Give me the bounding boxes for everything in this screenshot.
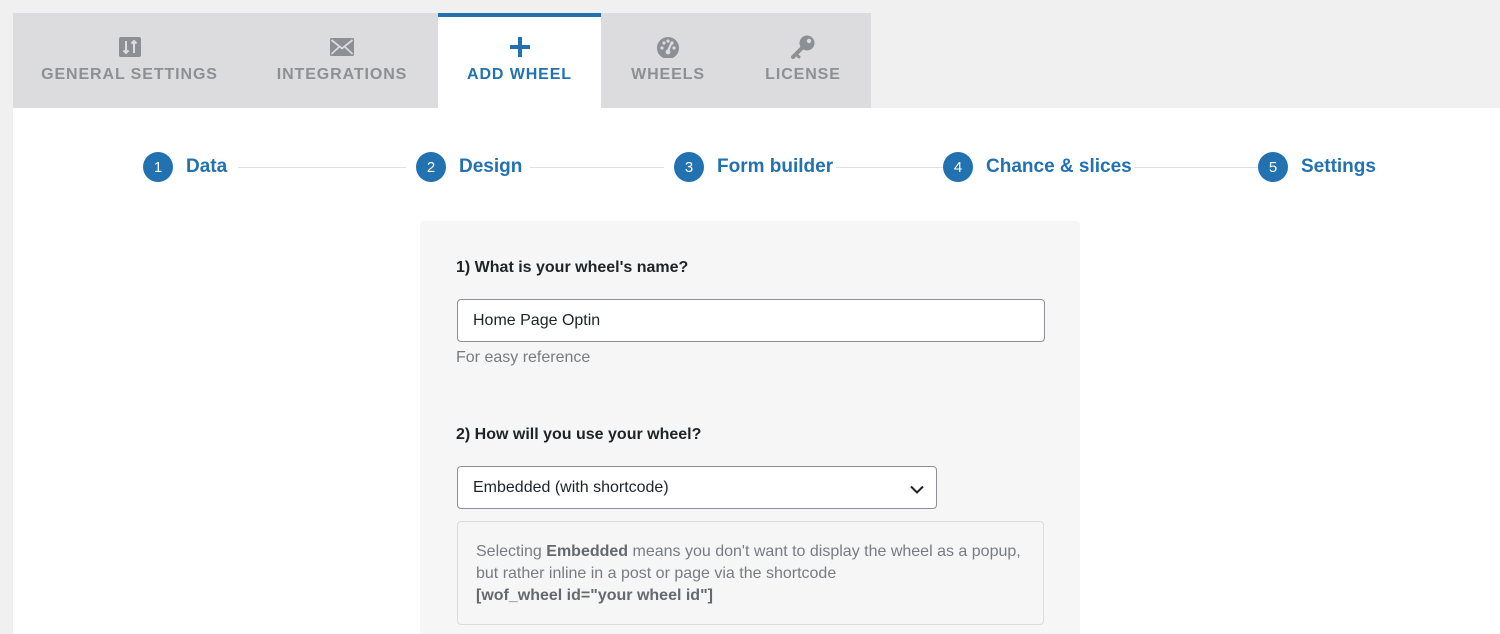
main-panel: 1 Data 2 Design 3 Form builder 4 Chance … — [13, 108, 1500, 634]
plus-icon — [509, 34, 531, 60]
step-settings[interactable]: 5 Settings — [1258, 152, 1376, 182]
step-connector — [530, 167, 664, 168]
step-form-builder[interactable]: 3 Form builder — [674, 152, 833, 182]
step-design[interactable]: 2 Design — [416, 152, 522, 182]
step-connector — [836, 167, 944, 168]
sliders-icon — [118, 34, 141, 60]
step-wizard: 1 Data 2 Design 3 Form builder 4 Chance … — [13, 108, 1500, 226]
tab-label: General Settings — [41, 66, 218, 83]
tab-license[interactable]: License — [735, 13, 871, 108]
tab-label: Integrations — [276, 66, 408, 83]
step-connector — [238, 167, 406, 168]
usage-select[interactable]: Embedded (with shortcode) — [457, 466, 937, 509]
wheel-name-input[interactable] — [457, 299, 1045, 342]
name-question: 1) What is your wheel's name? — [456, 259, 689, 276]
step-connector — [1134, 167, 1258, 168]
step-number: 3 — [674, 152, 704, 182]
tab-label: Add Wheel — [467, 66, 572, 83]
tab-bar: General Settings Integrations Add Wheel — [13, 13, 871, 108]
tab-add-wheel[interactable]: Add Wheel — [438, 13, 601, 108]
step-label: Design — [459, 156, 523, 177]
tab-label: License — [765, 66, 841, 83]
name-hint: For easy reference — [456, 349, 591, 366]
usage-question: 2) How will you use your wheel? — [456, 426, 702, 443]
tab-integrations[interactable]: Integrations — [246, 13, 438, 108]
tab-general-settings[interactable]: General Settings — [13, 13, 246, 108]
info-bold: Embedded — [546, 543, 629, 560]
usage-selected-value: Embedded (with shortcode) — [473, 478, 669, 496]
step-data[interactable]: 1 Data — [143, 152, 227, 182]
dashboard-icon — [656, 34, 680, 60]
envelope-icon — [330, 34, 354, 60]
tab-label: Wheels — [631, 66, 705, 83]
info-shortcode: [wof_wheel id="your wheel id"] — [476, 587, 713, 604]
step-number: 4 — [943, 152, 973, 182]
step-chance-slices[interactable]: 4 Chance & slices — [943, 152, 1132, 182]
step-number: 5 — [1258, 152, 1288, 182]
step-label: Chance & slices — [986, 156, 1132, 177]
step-number: 1 — [143, 152, 173, 182]
form-card: 1) What is your wheel's name? For easy r… — [420, 221, 1080, 634]
tab-wheels[interactable]: Wheels — [601, 13, 735, 108]
chevron-down-icon — [910, 481, 924, 499]
key-icon — [790, 34, 816, 60]
step-label: Form builder — [717, 156, 834, 177]
usage-info-box: Selecting Embedded means you don't want … — [457, 521, 1044, 625]
info-prefix: Selecting — [476, 543, 547, 560]
step-label: Data — [186, 156, 228, 177]
step-label: Settings — [1301, 156, 1376, 177]
step-number: 2 — [416, 152, 446, 182]
